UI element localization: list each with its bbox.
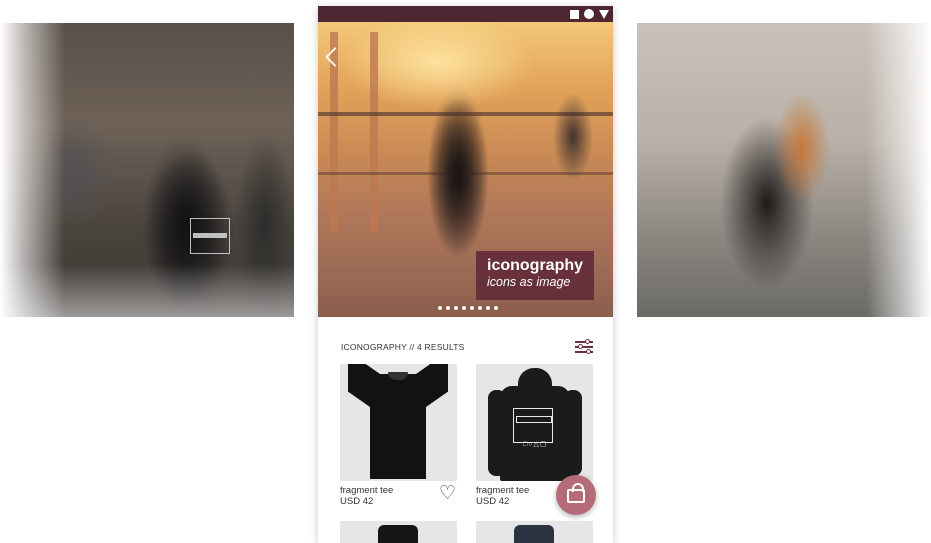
- status-bar: [318, 6, 613, 22]
- results-label: ICONOGRAPHY // 4 RESULTS: [341, 342, 465, 352]
- carousel-dot[interactable]: [478, 306, 482, 310]
- sliders-icon[interactable]: [575, 339, 593, 355]
- carousel-dot[interactable]: [486, 306, 490, 310]
- carousel-dot[interactable]: [446, 306, 450, 310]
- right-side-photo: [637, 23, 931, 317]
- phone-screen: iconography icons as image ICONOGRAPHY /…: [318, 6, 613, 543]
- cart-button[interactable]: [556, 475, 596, 515]
- carousel-dot[interactable]: [454, 306, 458, 310]
- product-image[interactable]: [340, 364, 457, 481]
- product-card-peek[interactable]: [476, 521, 593, 543]
- hero-caption-title: iconography: [487, 257, 584, 274]
- status-icons: [570, 9, 609, 19]
- hoodie-illustration: □○△▢: [488, 368, 582, 481]
- hero-caption-subtitle: icons as image: [487, 275, 571, 289]
- carousel-dot[interactable]: [494, 306, 498, 310]
- product-image[interactable]: □○△▢: [476, 364, 593, 481]
- chevron-left-icon[interactable]: [325, 47, 345, 67]
- results-header: ICONOGRAPHY // 4 RESULTS: [341, 338, 593, 356]
- hero-banner[interactable]: iconography icons as image: [318, 22, 613, 317]
- pier-post: [370, 32, 378, 232]
- product-card-peek[interactable]: [340, 521, 457, 543]
- heart-outline-icon[interactable]: ♡: [439, 484, 456, 503]
- photo-fade: [637, 23, 931, 317]
- carousel-dot[interactable]: [438, 306, 442, 310]
- product-card[interactable]: fragment tee USD 42 ♡: [340, 364, 457, 507]
- carousel-dot[interactable]: [462, 306, 466, 310]
- left-side-photo: [0, 23, 294, 317]
- carousel-dots[interactable]: [438, 306, 498, 310]
- square-icon: [570, 9, 579, 19]
- carousel-dot[interactable]: [470, 306, 474, 310]
- hero-caption: iconography icons as image: [476, 251, 594, 300]
- triangle-icon: [599, 9, 609, 19]
- hero-background-people: [543, 82, 603, 192]
- shopping-bag-icon: [567, 483, 585, 503]
- circle-icon: [584, 9, 594, 19]
- tee-illustration: [348, 364, 448, 479]
- photo-fade-bottom: [0, 23, 294, 317]
